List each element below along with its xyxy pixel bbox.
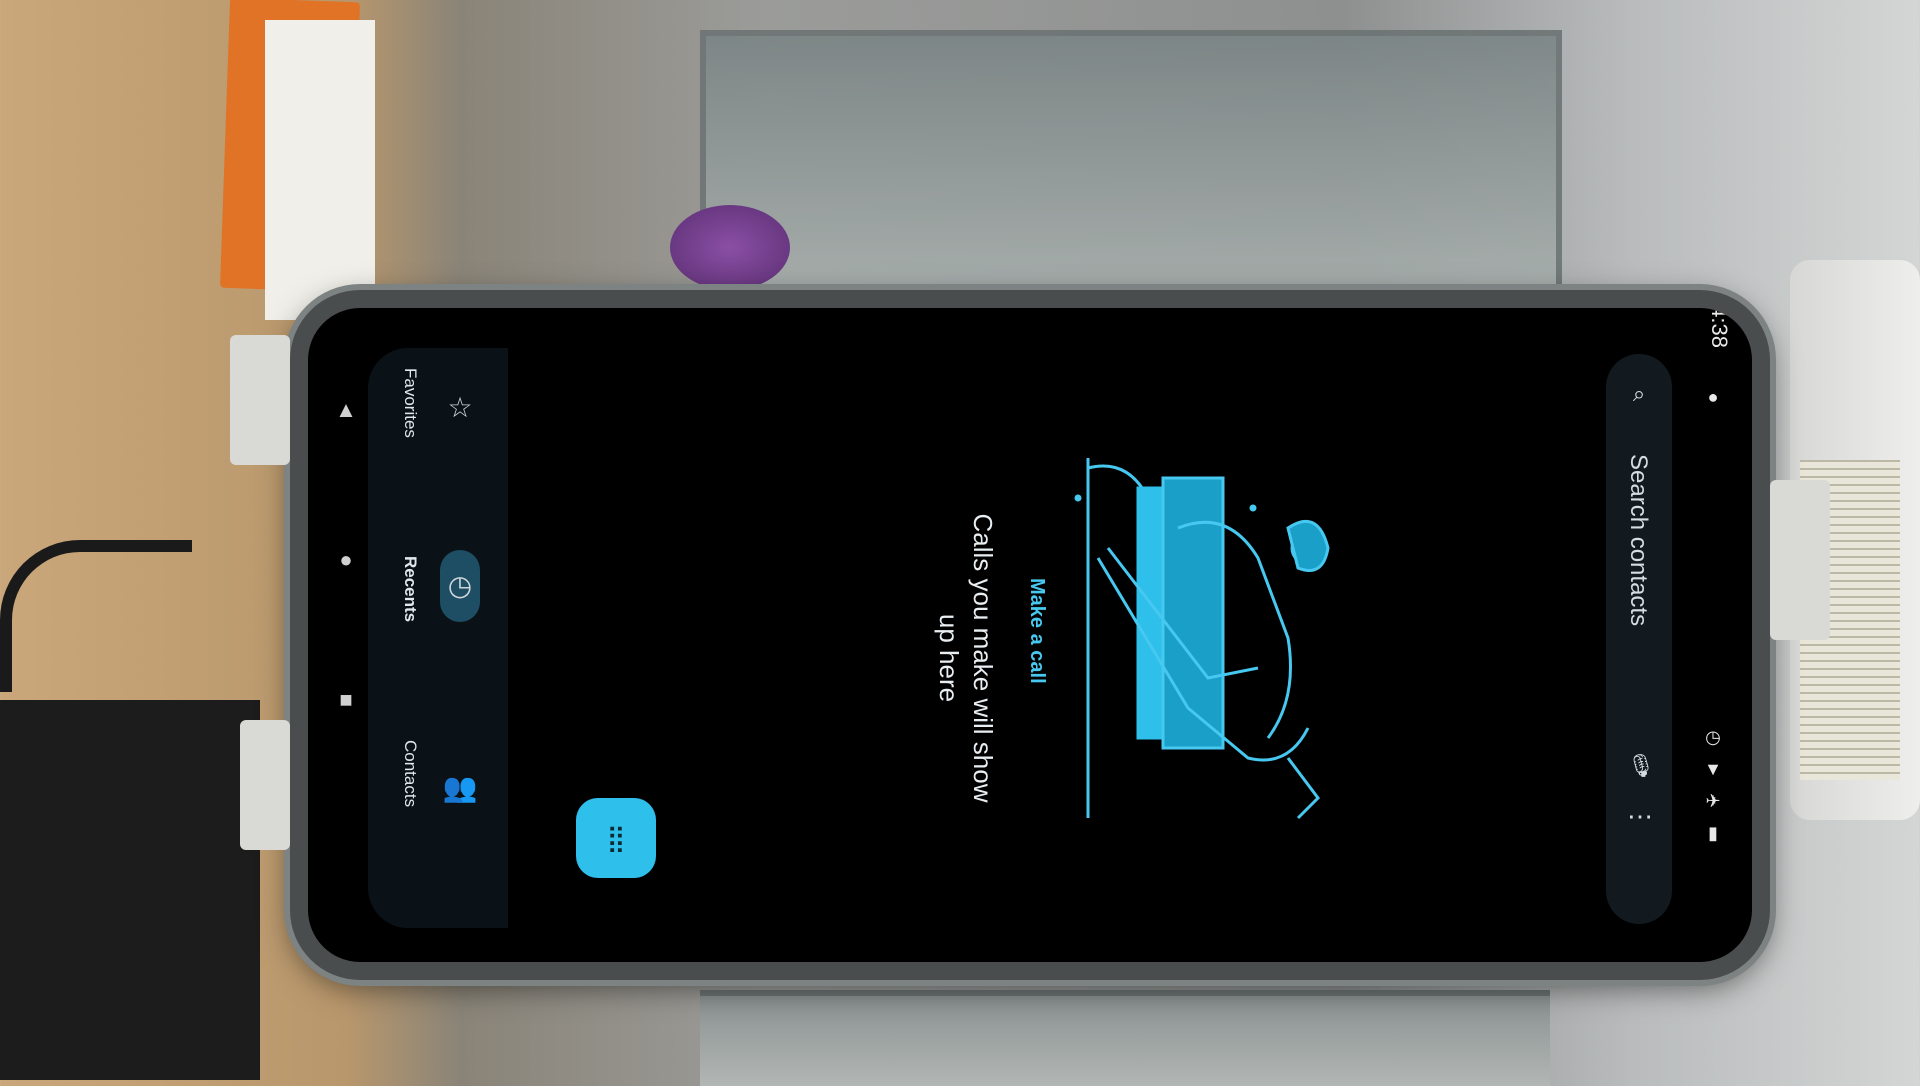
- alarm-icon: ◷: [1705, 727, 1721, 747]
- background-cable: [0, 540, 192, 692]
- dialpad-button[interactable]: ⣿: [576, 798, 656, 878]
- system-navigation-bar: ▲ ● ■: [326, 308, 366, 962]
- nav-label-contacts: Contacts: [401, 740, 420, 808]
- search-icon[interactable]: ⌕: [1627, 382, 1651, 406]
- empty-state-message: Calls you make will show up here: [934, 513, 998, 803]
- nav-label-favorites: Favorites: [401, 368, 420, 438]
- dialpad-icon: ⣿: [606, 822, 626, 853]
- background-shelf: [700, 30, 1562, 302]
- battery-icon: ▮: [1708, 823, 1718, 843]
- phone-device: 4:38 ● ◷ ▼ ✈ ▮ ⌕ Search contacts 🎙 ⋯ Cal…: [230, 290, 1830, 980]
- status-bar: 4:38 ● ◷ ▼ ✈ ▮: [1692, 308, 1732, 962]
- status-time: 4:38: [1707, 308, 1732, 348]
- phone-screen: 4:38 ● ◷ ▼ ✈ ▮ ⌕ Search contacts 🎙 ⋯ Cal…: [308, 308, 1752, 962]
- nav-item-favorites[interactable]: ☆ Favorites: [368, 348, 508, 508]
- back-button[interactable]: ▲: [334, 398, 358, 422]
- recents-button[interactable]: ■: [334, 688, 358, 712]
- more-vert-icon[interactable]: ⋯: [1627, 803, 1653, 829]
- phone-clamp-top-left: [230, 335, 290, 465]
- wifi-icon: ▼: [1704, 759, 1722, 779]
- clock-icon: ◷: [447, 570, 473, 601]
- phone-clamp-bottom-left: [240, 720, 290, 850]
- background-shelf-lower: [700, 990, 1550, 1086]
- background-paper: [265, 20, 375, 320]
- background-dark-block: [0, 700, 260, 1080]
- make-call-link[interactable]: Make a call: [1025, 578, 1048, 684]
- empty-state-illustration: [1074, 458, 1330, 820]
- nav-label-recents: Recents: [401, 556, 420, 623]
- search-placeholder[interactable]: Search contacts: [1624, 454, 1652, 626]
- star-icon: ☆: [447, 392, 473, 423]
- background-purple-object: [670, 205, 790, 290]
- bottom-navigation: ☆ Favorites ◷ Recents 👥 Contacts: [368, 348, 508, 928]
- microphone-icon[interactable]: 🎙: [1627, 754, 1655, 778]
- search-bar[interactable]: ⌕ Search contacts 🎙 ⋯: [1606, 354, 1672, 924]
- home-button[interactable]: ●: [334, 548, 358, 572]
- notification-dot-icon: ●: [1707, 387, 1719, 407]
- phone-clamp-right: [1770, 480, 1830, 640]
- nav-item-contacts[interactable]: 👥 Contacts: [368, 728, 508, 888]
- nav-item-recents[interactable]: ◷ Recents: [368, 538, 508, 698]
- contacts-icon: 👥: [442, 772, 478, 803]
- airplane-mode-icon: ✈: [1705, 791, 1721, 811]
